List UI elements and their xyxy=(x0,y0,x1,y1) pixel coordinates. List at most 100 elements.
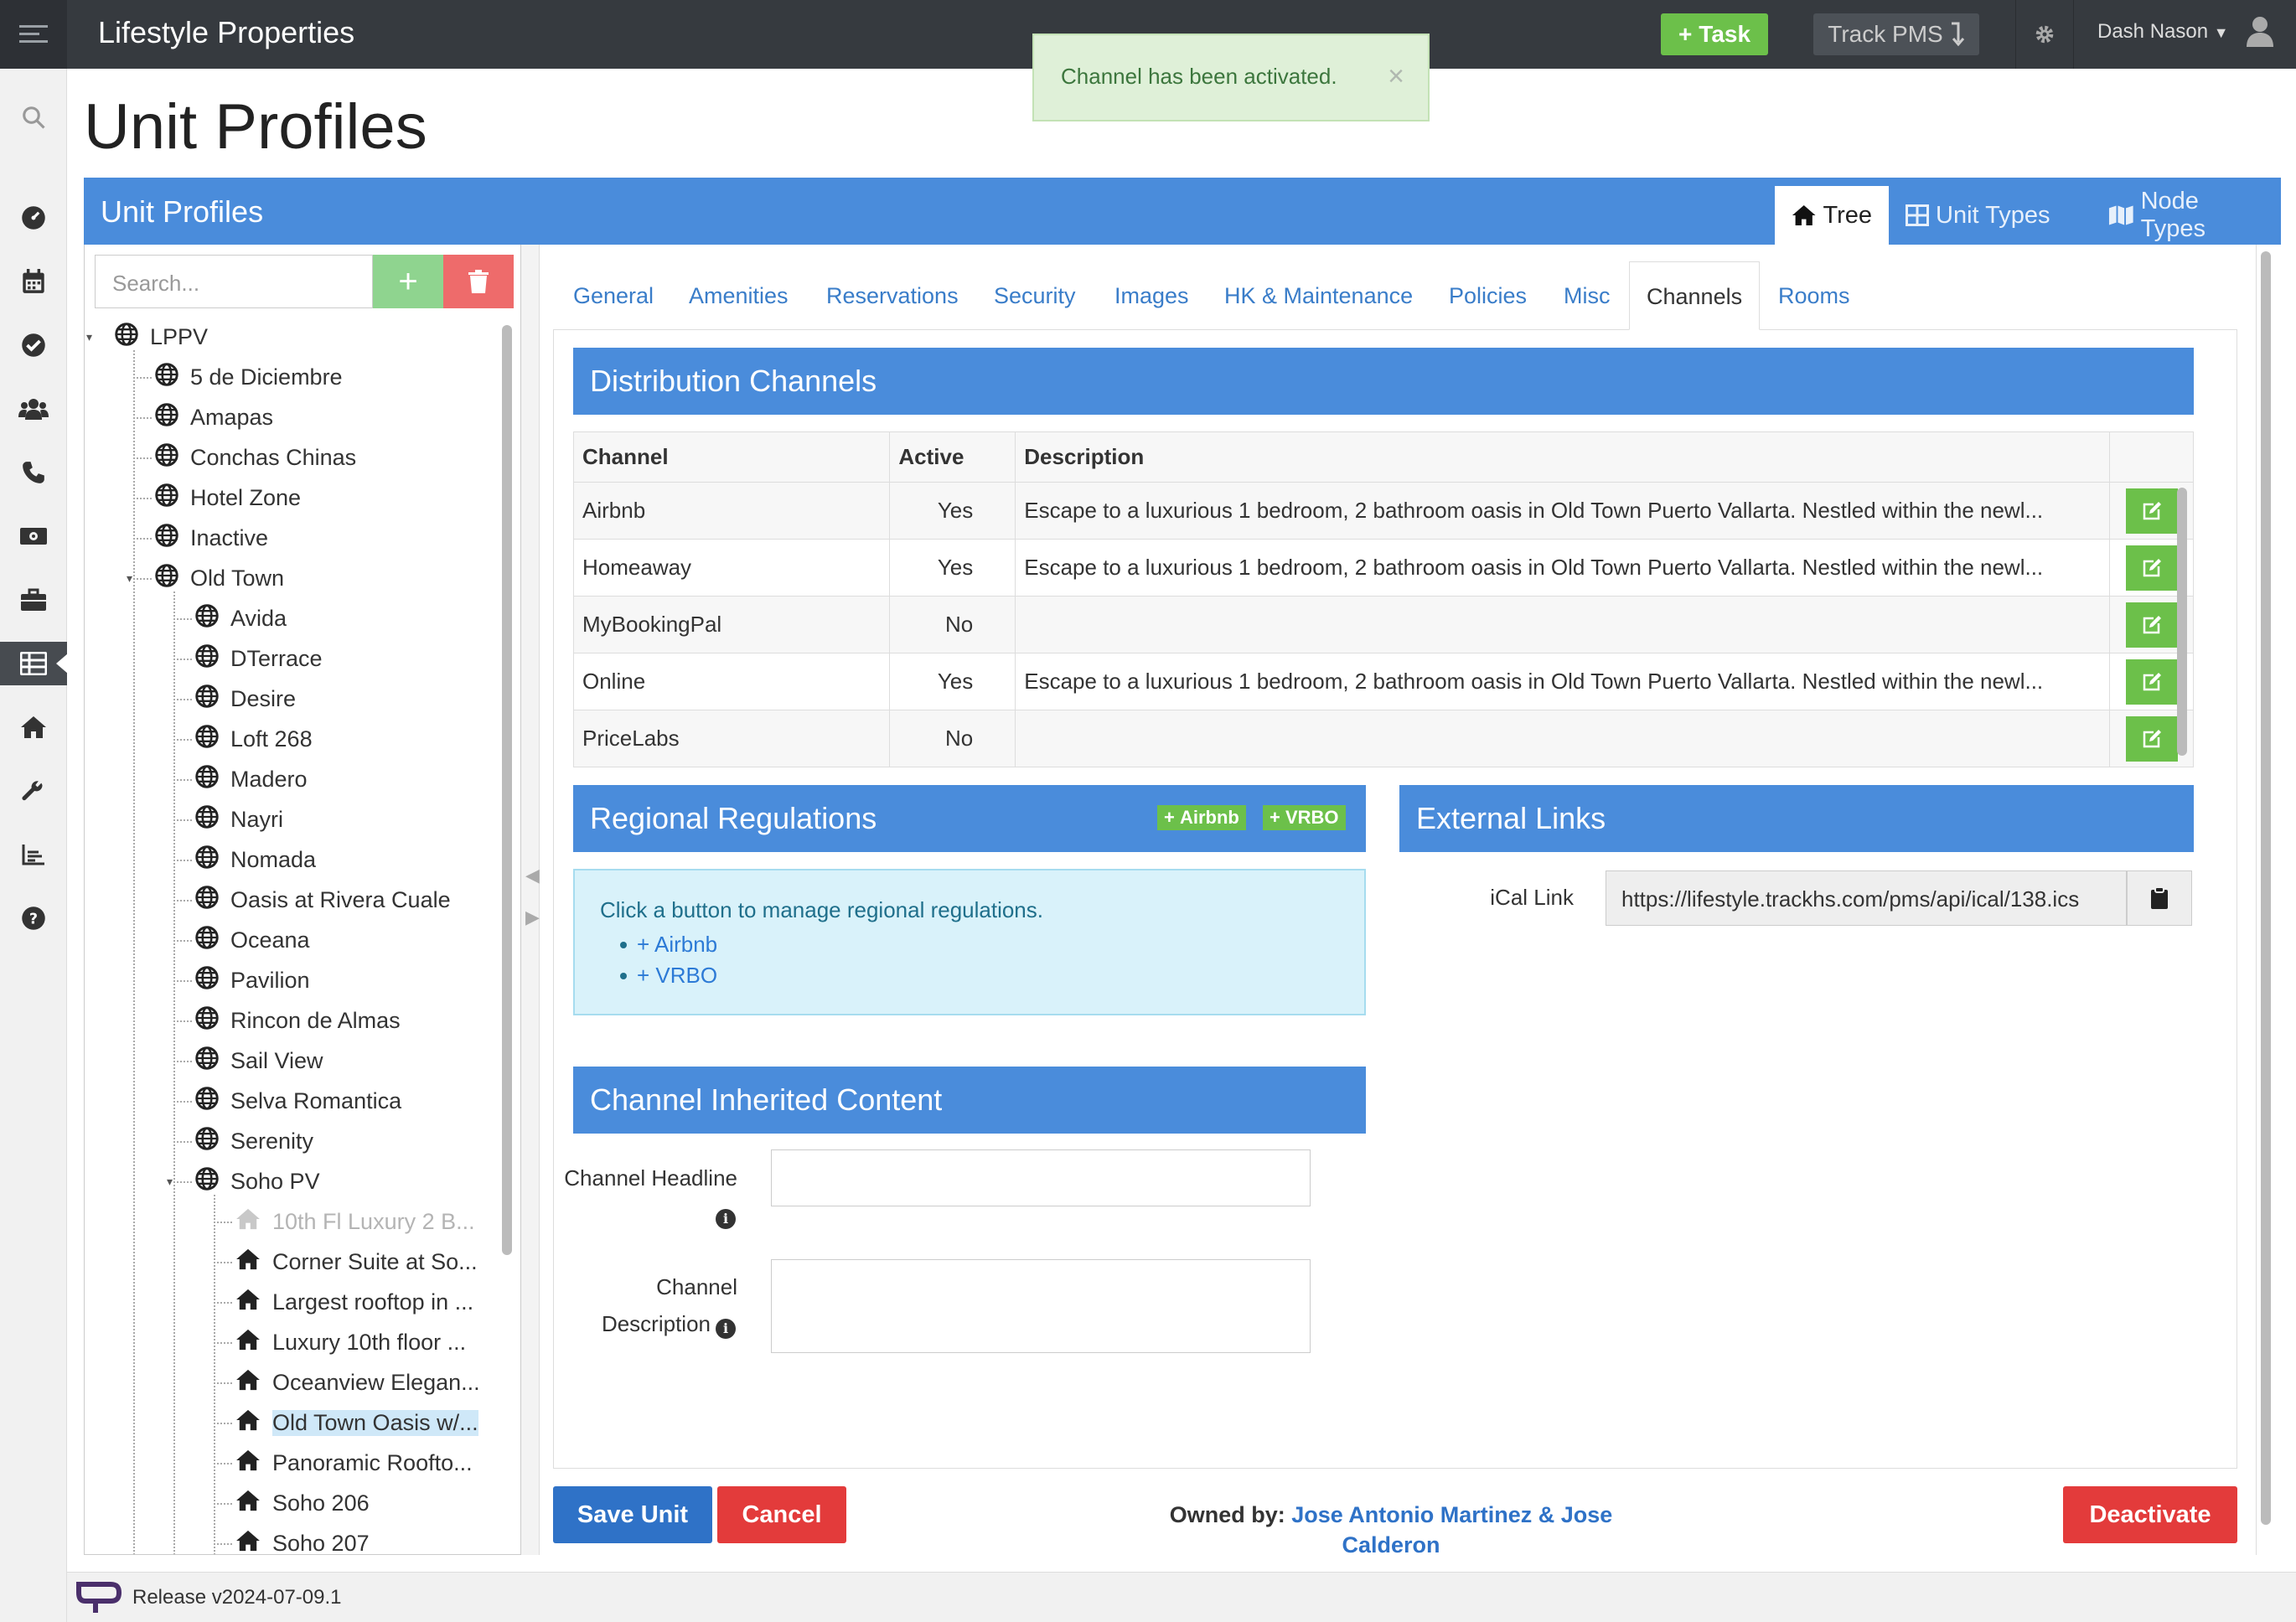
tree-node[interactable]: Old Town xyxy=(155,560,284,597)
ical-link-field[interactable]: https://lifestyle.trackhs.com/pms/api/ic… xyxy=(1606,870,2127,926)
add-vrbo-regulation-button[interactable]: + VRBO xyxy=(1263,805,1346,830)
main-scrollbar[interactable] xyxy=(2261,251,2271,1525)
tab-reservations[interactable]: Reservations xyxy=(826,283,959,309)
tree-node[interactable]: LPPV xyxy=(115,318,208,355)
phone-icon[interactable] xyxy=(0,451,67,494)
tree-node[interactable]: Avida xyxy=(195,600,287,637)
briefcase-icon[interactable] xyxy=(0,578,67,622)
channel-description-field[interactable] xyxy=(771,1259,1311,1353)
cancel-button[interactable]: Cancel xyxy=(717,1486,846,1543)
tab-security[interactable]: Security xyxy=(994,283,1076,309)
tree-node[interactable]: 5 de Diciembre xyxy=(155,359,343,395)
money-icon[interactable] xyxy=(0,514,67,558)
menu-toggle-button[interactable] xyxy=(0,0,67,69)
tab-node-types[interactable]: Node Types xyxy=(2092,186,2281,245)
tree-node[interactable]: Oceana xyxy=(195,922,310,958)
expand-right-icon[interactable]: ▶ xyxy=(525,907,540,928)
tab-amenities[interactable]: Amenities xyxy=(689,283,789,309)
column-header-description[interactable]: Description xyxy=(1015,431,2111,483)
column-header-active[interactable]: Active xyxy=(889,431,1016,483)
user-menu[interactable]: Dash Nason ▼ xyxy=(2097,20,2229,44)
check-circle-icon[interactable] xyxy=(0,323,67,367)
calendar-icon[interactable] xyxy=(0,260,67,303)
vrbo-regulation-link[interactable]: + VRBO xyxy=(637,963,717,989)
tab-policies[interactable]: Policies xyxy=(1449,283,1527,309)
tree-node[interactable]: Soho 207 xyxy=(235,1525,370,1554)
track-pms-button[interactable]: Track PMS xyxy=(1813,13,1979,55)
tab-hk-maintenance[interactable]: HK & Maintenance xyxy=(1224,283,1413,309)
tree-node[interactable]: Hotel Zone xyxy=(155,479,301,516)
tree-node[interactable]: Corner Suite at So... xyxy=(235,1243,478,1280)
airbnb-regulation-link[interactable]: + Airbnb xyxy=(637,932,717,958)
tree-node[interactable]: Nomada xyxy=(195,841,316,878)
edit-channel-button[interactable] xyxy=(2125,488,2178,534)
column-header-channel[interactable]: Channel xyxy=(572,431,891,483)
tab-tree-view[interactable]: Tree xyxy=(1775,186,1889,245)
user-icon[interactable] xyxy=(2246,15,2274,47)
tree-node[interactable]: Selva Romantica xyxy=(195,1082,401,1119)
add-airbnb-regulation-button[interactable]: + Airbnb xyxy=(1157,805,1246,830)
close-icon[interactable]: × xyxy=(1388,60,1404,93)
edit-channel-button[interactable] xyxy=(2125,659,2178,705)
info-icon[interactable]: i xyxy=(716,1313,736,1339)
panel-splitter[interactable]: ◀ ▶ xyxy=(521,245,540,1555)
tree-node[interactable]: Rincon de Almas xyxy=(195,1002,401,1039)
owner-link[interactable]: Jose Antonio Martinez & Jose Calderon xyxy=(1291,1502,1612,1557)
tree-node[interactable]: Serenity xyxy=(195,1123,313,1160)
tree-node[interactable]: Largest rooftop in ... xyxy=(235,1284,473,1320)
copy-ical-button[interactable] xyxy=(2127,870,2192,926)
edit-channel-button[interactable] xyxy=(2125,602,2178,648)
tab-unit-types[interactable]: Unit Types xyxy=(1889,186,2066,245)
tab-general[interactable]: General xyxy=(573,283,654,309)
brand-name[interactable]: Lifestyle Properties xyxy=(98,15,354,50)
help-icon[interactable]: ? xyxy=(0,896,67,940)
tree-search-input[interactable]: Search... xyxy=(95,255,373,308)
delete-node-button[interactable] xyxy=(443,255,514,308)
wrench-icon[interactable] xyxy=(0,769,67,813)
tree-node[interactable]: Sail View xyxy=(195,1042,323,1079)
channel-headline-field[interactable] xyxy=(771,1149,1311,1206)
dashboard-icon[interactable] xyxy=(0,196,67,240)
add-task-button[interactable]: + Task xyxy=(1661,13,1768,55)
table-scrollbar[interactable] xyxy=(2177,488,2187,756)
tree-expand-toggle[interactable]: ▾ xyxy=(127,571,132,586)
tree-node[interactable]: Inactive xyxy=(155,519,268,556)
unit-profiles-nav-item[interactable] xyxy=(0,642,68,685)
tab-rooms[interactable]: Rooms xyxy=(1778,283,1850,309)
tab-images[interactable]: Images xyxy=(1114,283,1189,309)
edit-channel-button[interactable] xyxy=(2125,545,2178,591)
add-node-button[interactable]: + xyxy=(373,255,443,308)
tree-node[interactable]: Desire xyxy=(195,680,296,717)
tree-node[interactable]: 10th Fl Luxury 2 B... xyxy=(235,1203,475,1240)
tree-node[interactable]: Luxury 10th floor ... xyxy=(235,1324,466,1361)
tree-scrollbar[interactable] xyxy=(502,325,512,1255)
globe-icon xyxy=(195,845,219,875)
tree-node[interactable]: Madero xyxy=(195,761,308,798)
tree-node[interactable]: Old Town Oasis w/... xyxy=(235,1404,478,1441)
users-icon[interactable] xyxy=(0,387,67,431)
tree-expand-toggle[interactable]: ▾ xyxy=(86,330,92,344)
deactivate-button[interactable]: Deactivate xyxy=(2063,1486,2237,1543)
tree-node[interactable]: Loft 268 xyxy=(195,721,313,757)
settings-button[interactable] xyxy=(2015,0,2074,69)
tree-node[interactable]: Soho 206 xyxy=(235,1485,370,1521)
tree-node[interactable]: Soho PV xyxy=(195,1163,320,1200)
tree-node[interactable]: DTerrace xyxy=(195,640,323,677)
save-unit-button[interactable]: Save Unit xyxy=(553,1486,712,1543)
tree-node[interactable]: Amapas xyxy=(155,399,273,436)
tab-misc[interactable]: Misc xyxy=(1564,283,1611,309)
tree-node[interactable]: Oceanview Elegan... xyxy=(235,1364,480,1401)
collapse-left-icon[interactable]: ◀ xyxy=(525,865,540,886)
tree-node[interactable]: Pavilion xyxy=(195,962,310,999)
edit-channel-button[interactable] xyxy=(2125,715,2178,762)
tree-node[interactable]: Oasis at Rivera Cuale xyxy=(195,881,451,918)
tree-node[interactable]: Conchas Chinas xyxy=(155,439,356,476)
tree-expand-toggle[interactable]: ▾ xyxy=(167,1175,173,1189)
info-icon[interactable]: i xyxy=(716,1203,736,1229)
tree-node[interactable]: Panoramic Roofto... xyxy=(235,1444,473,1481)
tree-node[interactable]: Nayri xyxy=(195,801,283,838)
search-icon[interactable] xyxy=(0,96,67,139)
tab-channels[interactable]: Channels xyxy=(1629,261,1761,330)
chart-icon[interactable] xyxy=(0,833,67,876)
home-icon[interactable] xyxy=(0,705,67,749)
